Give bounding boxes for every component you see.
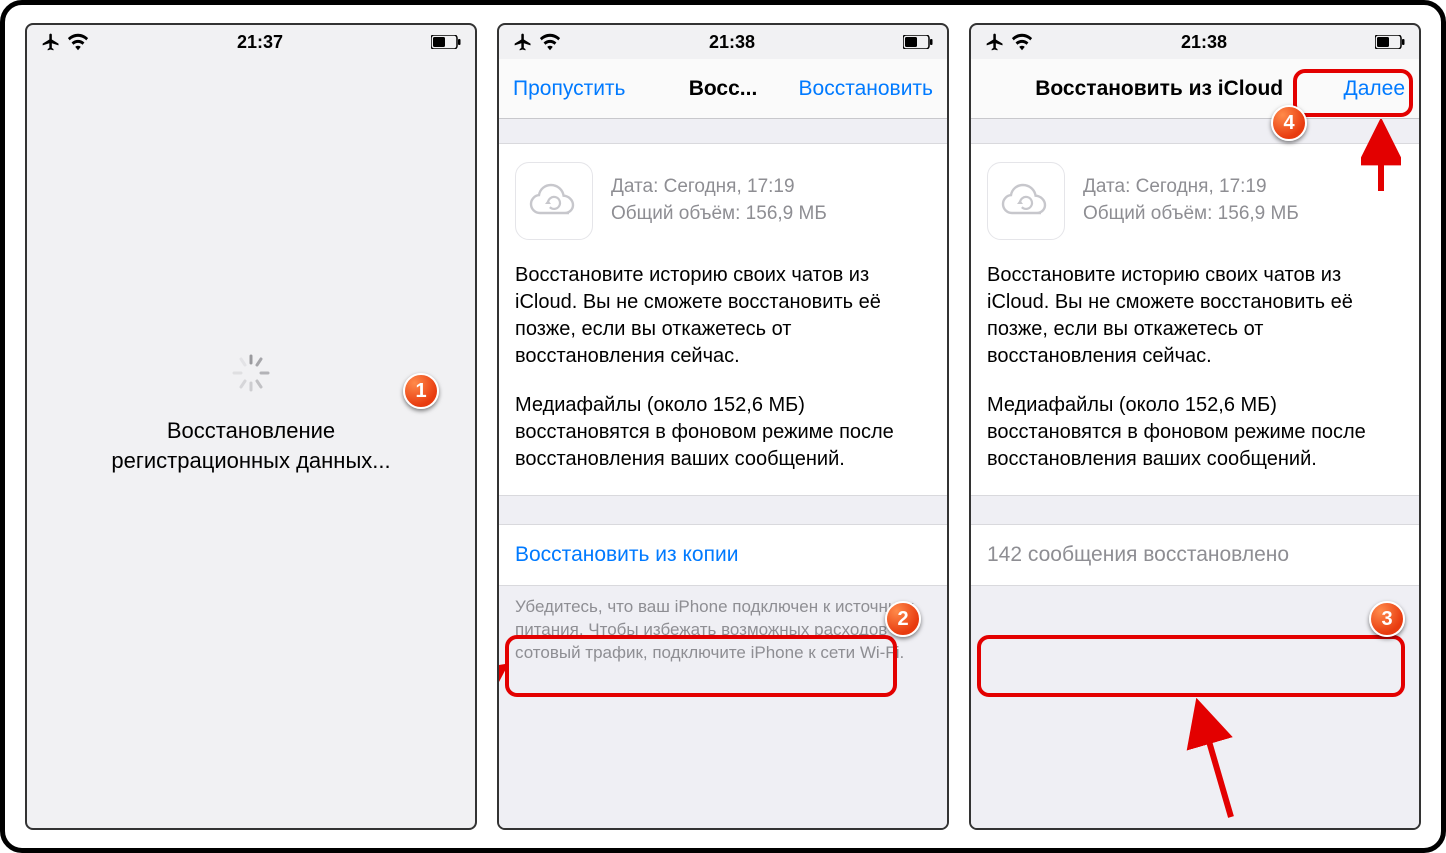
- phone-screen-3: 21:38 Восстановить из iCloud Далее Дата:…: [969, 23, 1421, 830]
- cloud-refresh-icon: [515, 162, 593, 240]
- restore-description-1: Восстановите историю своих чатов из iClo…: [515, 262, 931, 370]
- airplane-mode-icon: [41, 32, 61, 52]
- phone-screen-1: 21:37: [25, 23, 477, 830]
- battery-icon: [903, 35, 933, 49]
- nav-restore-button[interactable]: Восстановить: [799, 77, 933, 101]
- spinner-icon: [230, 352, 272, 394]
- restore-description-1: Восстановите историю своих чатов из iClo…: [987, 262, 1403, 370]
- status-bar: 21:38: [971, 25, 1419, 59]
- airplane-mode-icon: [513, 32, 533, 52]
- restore-from-copy-button[interactable]: Восстановить из копии: [515, 543, 738, 566]
- restore-from-copy-row[interactable]: Восстановить из копии: [499, 524, 947, 586]
- wifi-icon: [67, 33, 89, 51]
- cloud-refresh-icon: [987, 162, 1065, 240]
- restore-description-2: Медиафайлы (около 152,6 МБ) восстановятс…: [515, 392, 931, 473]
- battery-icon: [1375, 35, 1405, 49]
- backup-size: Общий объём: 156,9 МБ: [1083, 201, 1299, 228]
- restore-status-text: 142 сообщения восстановлено: [987, 543, 1289, 566]
- status-bar: 21:38: [499, 25, 947, 59]
- status-time: 21:38: [1181, 32, 1227, 53]
- backup-card: Дата: Сегодня, 17:19 Общий объём: 156,9 …: [499, 143, 947, 496]
- callout-1: 1: [403, 373, 439, 409]
- restore-description-2: Медиафайлы (около 152,6 МБ) восстановятс…: [987, 392, 1403, 473]
- backup-card: Дата: Сегодня, 17:19 Общий объём: 156,9 …: [971, 143, 1419, 496]
- nav-bar: Восстановить из iCloud Далее: [971, 59, 1419, 119]
- backup-size: Общий объём: 156,9 МБ: [611, 201, 827, 228]
- backup-meta: Дата: Сегодня, 17:19 Общий объём: 156,9 …: [611, 174, 827, 227]
- tutorial-stage: 21:37: [0, 0, 1446, 853]
- loading-text: Восстановление регистрационных данных...: [111, 416, 390, 475]
- phone-screen-2: 21:38 Пропустить Восс... Восстановить Да…: [497, 23, 949, 830]
- backup-date: Дата: Сегодня, 17:19: [611, 174, 827, 201]
- status-time: 21:37: [237, 32, 283, 53]
- wifi-icon: [539, 33, 561, 51]
- nav-skip-button[interactable]: Пропустить: [513, 77, 626, 101]
- airplane-mode-icon: [985, 32, 1005, 52]
- restore-status-row: 142 сообщения восстановлено: [971, 524, 1419, 586]
- callout-3: 3: [1369, 601, 1405, 637]
- content-area: Дата: Сегодня, 17:19 Общий объём: 156,9 …: [499, 119, 947, 828]
- callout-2: 2: [885, 601, 921, 637]
- backup-date: Дата: Сегодня, 17:19: [1083, 174, 1299, 201]
- nav-title: Восс...: [689, 77, 758, 101]
- wifi-power-note: Убедитесь, что ваш iPhone подключен к ис…: [499, 586, 947, 665]
- nav-bar: Пропустить Восс... Восстановить: [499, 59, 947, 119]
- backup-meta: Дата: Сегодня, 17:19 Общий объём: 156,9 …: [1083, 174, 1299, 227]
- content-area: Дата: Сегодня, 17:19 Общий объём: 156,9 …: [971, 119, 1419, 828]
- callout-4: 4: [1271, 105, 1307, 141]
- battery-icon: [431, 35, 461, 49]
- status-bar: 21:37: [27, 25, 475, 59]
- status-time: 21:38: [709, 32, 755, 53]
- nav-title: Восстановить из iCloud: [1035, 77, 1283, 101]
- wifi-icon: [1011, 33, 1033, 51]
- loading-area: Восстановление регистрационных данных...: [27, 59, 475, 828]
- nav-next-button[interactable]: Далее: [1343, 77, 1405, 101]
